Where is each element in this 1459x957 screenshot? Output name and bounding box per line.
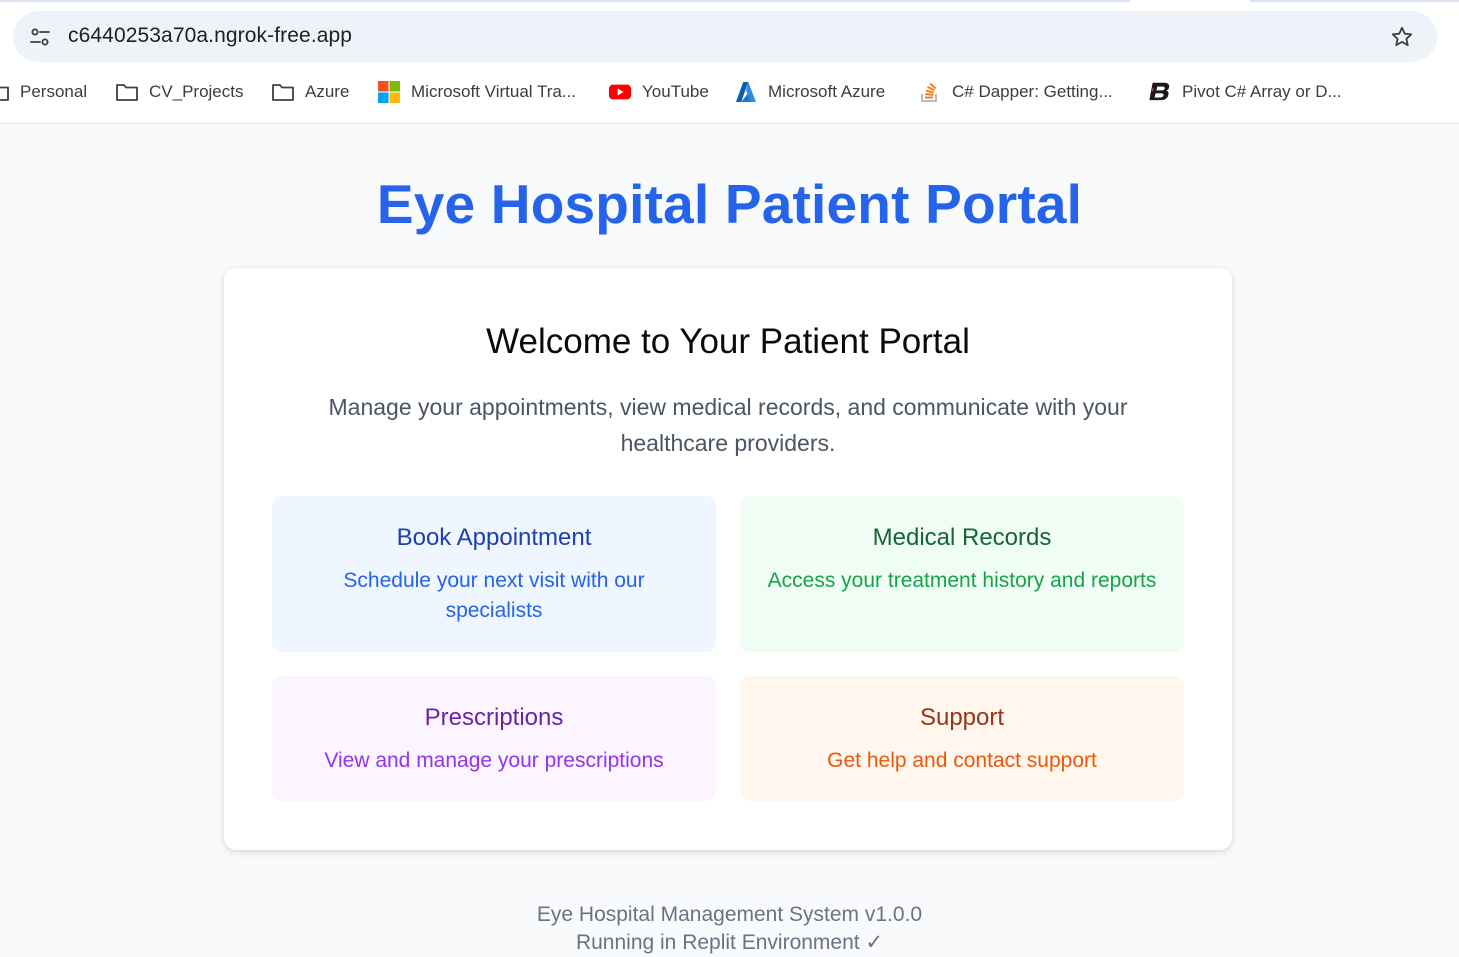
tab-strip-segment	[1250, 0, 1459, 2]
youtube-icon	[608, 80, 632, 104]
bookmark-microsoft-azure[interactable]: Microsoft Azure	[734, 76, 885, 108]
bookmark-label: Microsoft Virtual Tra...	[411, 82, 577, 101]
url-text[interactable]: c6440253a70a.ngrok-free.app	[68, 24, 352, 48]
book-appointment-title: Book Appointment	[396, 524, 592, 551]
prescriptions-title: Prescriptions	[424, 704, 564, 731]
medical-records-title: Medical Records	[872, 524, 1052, 551]
page-title: Eye Hospital Patient Portal	[376, 173, 1083, 235]
bookmark-folder-azure[interactable]: Azure	[271, 76, 349, 108]
support-description: Get help and contact support	[827, 749, 1097, 772]
microsoft-logo-icon	[377, 80, 401, 104]
folder-icon	[271, 80, 295, 104]
welcome-heading: Welcome to Your Patient Portal	[486, 322, 970, 361]
tab-strip-segment	[0, 0, 1130, 2]
prescriptions-description: View and manage your prescriptions	[324, 749, 664, 772]
bookmarks-bar: Personal CV_Projects Azure Microsoft Vir…	[0, 76, 1459, 108]
support-title: Support	[919, 704, 1005, 731]
footer: Eye Hospital Management System v1.0.0 Ru…	[0, 901, 1459, 957]
folder-icon	[115, 80, 139, 104]
stackoverflow-icon	[918, 80, 942, 104]
welcome-card: Welcome to Your Patient Portal Manage yo…	[224, 268, 1232, 850]
address-bar[interactable]: c6440253a70a.ngrok-free.app	[13, 11, 1437, 62]
footer-version: Eye Hospital Management System v1.0.0	[536, 903, 923, 926]
bookmark-folder-cv-projects[interactable]: CV_Projects	[115, 76, 243, 108]
bookmark-csharp-dapper[interactable]: C# Dapper: Getting...	[918, 76, 1113, 108]
bookmark-label: Azure	[305, 82, 350, 101]
book-appointment-description: Schedule your next visit with our specia…	[343, 569, 645, 622]
bookmark-label: CV_Projects	[149, 82, 244, 101]
site-settings-icon[interactable]	[29, 26, 51, 48]
medical-records-card[interactable]: Medical Records Access your treatment hi…	[740, 496, 1184, 652]
prescriptions-card[interactable]: Prescriptions View and manage your presc…	[272, 676, 716, 801]
bookmark-folder-personal[interactable]: Personal	[0, 76, 87, 108]
footer-environment: Running in Replit Environment ✓	[575, 931, 884, 954]
bookmark-microsoft-virtual-training[interactable]: Microsoft Virtual Tra...	[377, 76, 576, 108]
bookmark-label: Microsoft Azure	[768, 82, 886, 101]
bookmark-pivot-csharp-array[interactable]: Pivot C# Array or D...	[1148, 76, 1342, 108]
bookmark-label: C# Dapper: Getting...	[952, 82, 1113, 101]
folder-icon	[0, 80, 10, 104]
bookmark-label: Personal	[20, 82, 88, 101]
browser-chrome: c6440253a70a.ngrok-free.app Personal CV_…	[0, 0, 1459, 124]
b-logo-icon	[1148, 80, 1172, 104]
support-card[interactable]: Support Get help and contact support	[740, 676, 1184, 801]
welcome-intro: Manage your appointments, view medical r…	[328, 394, 1128, 456]
azure-logo-icon	[734, 80, 758, 104]
bookmark-star-icon[interactable]	[1390, 25, 1414, 49]
book-appointment-card[interactable]: Book Appointment Schedule your next visi…	[272, 496, 716, 652]
tab-strip	[0, 0, 1459, 2]
medical-records-description: Access your treatment history and report…	[767, 569, 1157, 592]
bookmark-label: Pivot C# Array or D...	[1182, 82, 1342, 101]
bookmark-youtube[interactable]: YouTube	[608, 76, 709, 108]
bookmark-label: YouTube	[642, 82, 709, 101]
